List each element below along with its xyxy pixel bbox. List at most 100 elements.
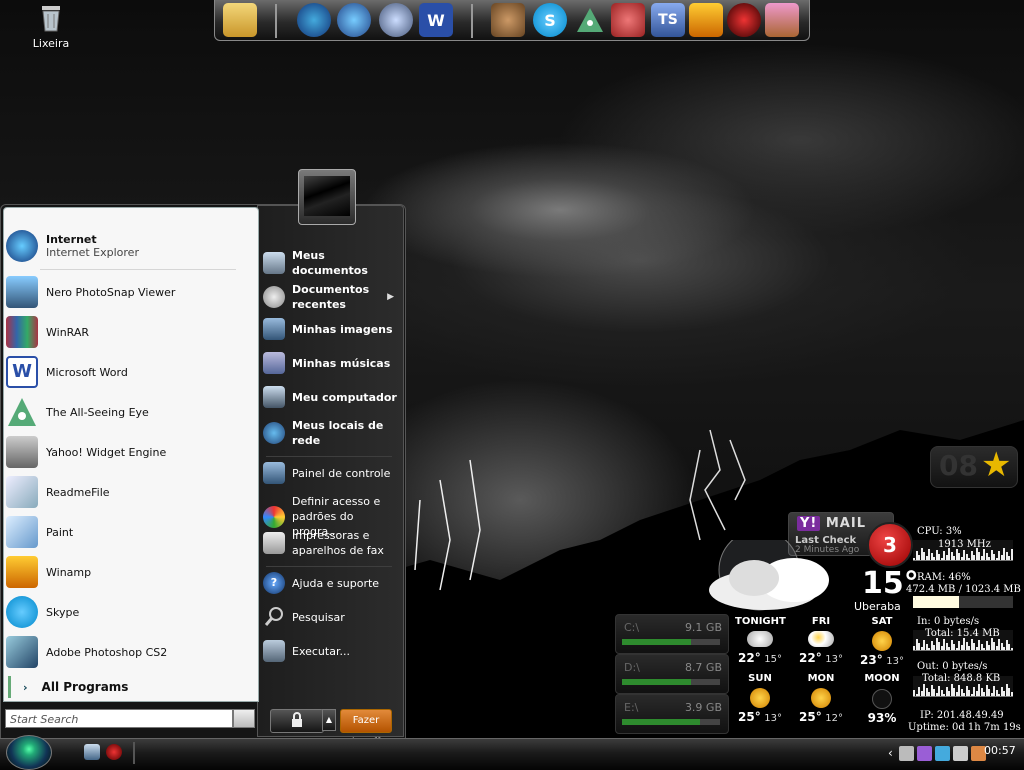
pinned-internet-explorer[interactable]: Internet Internet Explorer [6, 226, 246, 266]
readme-file-icon [6, 476, 38, 508]
menu-label: Minhas músicas [292, 356, 391, 370]
menu-pesquisar[interactable]: Pesquisar [263, 606, 398, 628]
program-item[interactable]: The All-Seeing Eye [6, 392, 246, 432]
word-icon[interactable]: W [419, 3, 453, 37]
moon-icon [872, 689, 892, 709]
forecast-tonight: TONIGHT 22° 15° [735, 616, 786, 665]
drive-size: 9.1 GB [684, 621, 722, 634]
skype-icon[interactable] [934, 745, 950, 761]
start-button[interactable] [6, 735, 52, 770]
logoff-button[interactable]: Fazer logoff [340, 709, 392, 748]
music-icon [263, 352, 285, 374]
game-icon[interactable] [611, 3, 645, 37]
menu-ajuda-e-suporte[interactable]: ? Ajuda e suporte [263, 572, 398, 594]
menu-minhas-imagens[interactable]: Minhas imagens [263, 318, 398, 340]
menu-label: Executar... [292, 644, 350, 658]
network-icon [263, 422, 285, 444]
program-label: ReadmeFile [46, 485, 110, 499]
folder-icon[interactable] [223, 3, 257, 37]
taskbar-clock[interactable]: 00:57 [984, 744, 1016, 757]
show-desktop-icon[interactable] [84, 744, 100, 760]
control-panel-icon [263, 462, 285, 484]
help-icon: ? [263, 572, 285, 594]
chevron-left-icon[interactable]: ‹ [888, 746, 893, 760]
magnifier-icon [263, 606, 285, 628]
anime-girl-icon[interactable] [765, 3, 799, 37]
start-search-input[interactable]: Start Search [5, 709, 233, 728]
skype-icon[interactable]: S [533, 3, 567, 37]
shutdown-options-button[interactable]: ▲ [322, 709, 336, 731]
drive-label: C:\ [624, 621, 640, 634]
program-item[interactable]: Nero PhotoSnap Viewer [6, 272, 246, 312]
all-seeing-eye-icon[interactable] [573, 3, 607, 37]
menu-meus-locais-de-rede[interactable]: Meus locais de rede [263, 418, 398, 448]
menu-label: Minhas imagens [292, 322, 393, 336]
program-item[interactable]: Winamp [6, 552, 246, 592]
internet-explorer-icon[interactable] [297, 3, 331, 37]
cpu-label: CPU: 3% [917, 526, 962, 537]
program-item[interactable]: WinRAR [6, 312, 246, 352]
menu-meus-documentos[interactable]: Meus documentos [263, 248, 398, 278]
graph-column [1010, 549, 1013, 560]
program-item[interactable]: Yahoo! Widget Engine [6, 432, 246, 472]
menu-meu-computador[interactable]: Meu computador [263, 386, 398, 408]
menu-label: Documentos recentes [292, 283, 370, 311]
clock-digits: 08 [939, 449, 978, 482]
drive-d-widget: D:\ 8.7 GB [615, 654, 729, 694]
recycle-bin-shortcut[interactable]: Lixeira [26, 2, 76, 50]
forecast-fri: FRI 22° 13° [799, 616, 843, 665]
all-programs-button[interactable]: › All Programs [8, 676, 251, 698]
emule-icon[interactable] [491, 3, 525, 37]
volume-icon[interactable] [952, 745, 968, 761]
program-label: Nero PhotoSnap Viewer [46, 285, 176, 299]
menu-painel-de-controle[interactable]: Painel de controle [263, 462, 398, 484]
graph-column [1010, 692, 1013, 696]
search-icon[interactable] [233, 709, 255, 728]
pinned-subtitle: Internet Explorer [46, 246, 139, 259]
drive-usage-bar [622, 639, 691, 645]
taskbar [0, 738, 1024, 769]
winamp-icon[interactable] [689, 3, 723, 37]
cpu-mhz: 1913 MHz [938, 539, 991, 550]
menu-executar[interactable]: Executar... [263, 640, 398, 662]
menu-label: Meu computador [292, 390, 397, 404]
all-programs-label: All Programs [41, 680, 129, 694]
skype-icon [6, 596, 38, 628]
default-programs-icon [263, 505, 285, 528]
media-player-icon[interactable] [106, 744, 122, 760]
forecast-mon: MON 25° 12° [799, 673, 843, 724]
network-icon[interactable] [898, 745, 914, 761]
program-label: Yahoo! Widget Engine [46, 445, 167, 459]
menu-minhas-musicas[interactable]: Minhas músicas [263, 352, 398, 374]
cloud-sun-icon [808, 631, 834, 647]
sun-icon [811, 688, 831, 708]
menu-label: Meus documentos [292, 249, 368, 277]
lock-button[interactable] [270, 709, 324, 733]
program-item[interactable]: Adobe Photoshop CS2 [6, 632, 246, 672]
yahoo-logo-icon: Y! [797, 516, 821, 531]
cloud-icon [709, 540, 829, 611]
internet-explorer-icon [6, 230, 38, 262]
teamspeak-icon[interactable]: TS [651, 3, 685, 37]
media-player-icon[interactable] [727, 3, 761, 37]
chevron-right-icon: ▶ [387, 292, 394, 302]
computer-icon [263, 386, 285, 408]
drive-usage-bar [622, 719, 701, 725]
menu-label: Impressoras e aparelhos de fax [292, 529, 384, 557]
program-item[interactable]: ReadmeFile [6, 472, 246, 512]
menu-impressoras[interactable]: Impressoras e aparelhos de fax [263, 528, 398, 558]
paint-icon [6, 516, 38, 548]
program-item[interactable]: Paint [6, 512, 246, 552]
menu-documentos-recentes[interactable]: Documentos recentes ▶ [263, 282, 398, 312]
yahoo-widget-icon[interactable] [916, 745, 932, 761]
web-browser-icon[interactable] [379, 3, 413, 37]
program-label: Adobe Photoshop CS2 [46, 645, 168, 659]
program-label: Microsoft Word [46, 365, 128, 379]
pinned-title: Internet [46, 233, 97, 246]
messenger-icon[interactable] [337, 3, 371, 37]
program-item[interactable]: W Microsoft Word [6, 352, 246, 392]
clock-icon [263, 286, 285, 308]
uptime: Uptime: 0d 1h 7m 19s [908, 722, 1021, 733]
program-item[interactable]: Skype [6, 592, 246, 632]
user-picture[interactable] [298, 169, 356, 225]
